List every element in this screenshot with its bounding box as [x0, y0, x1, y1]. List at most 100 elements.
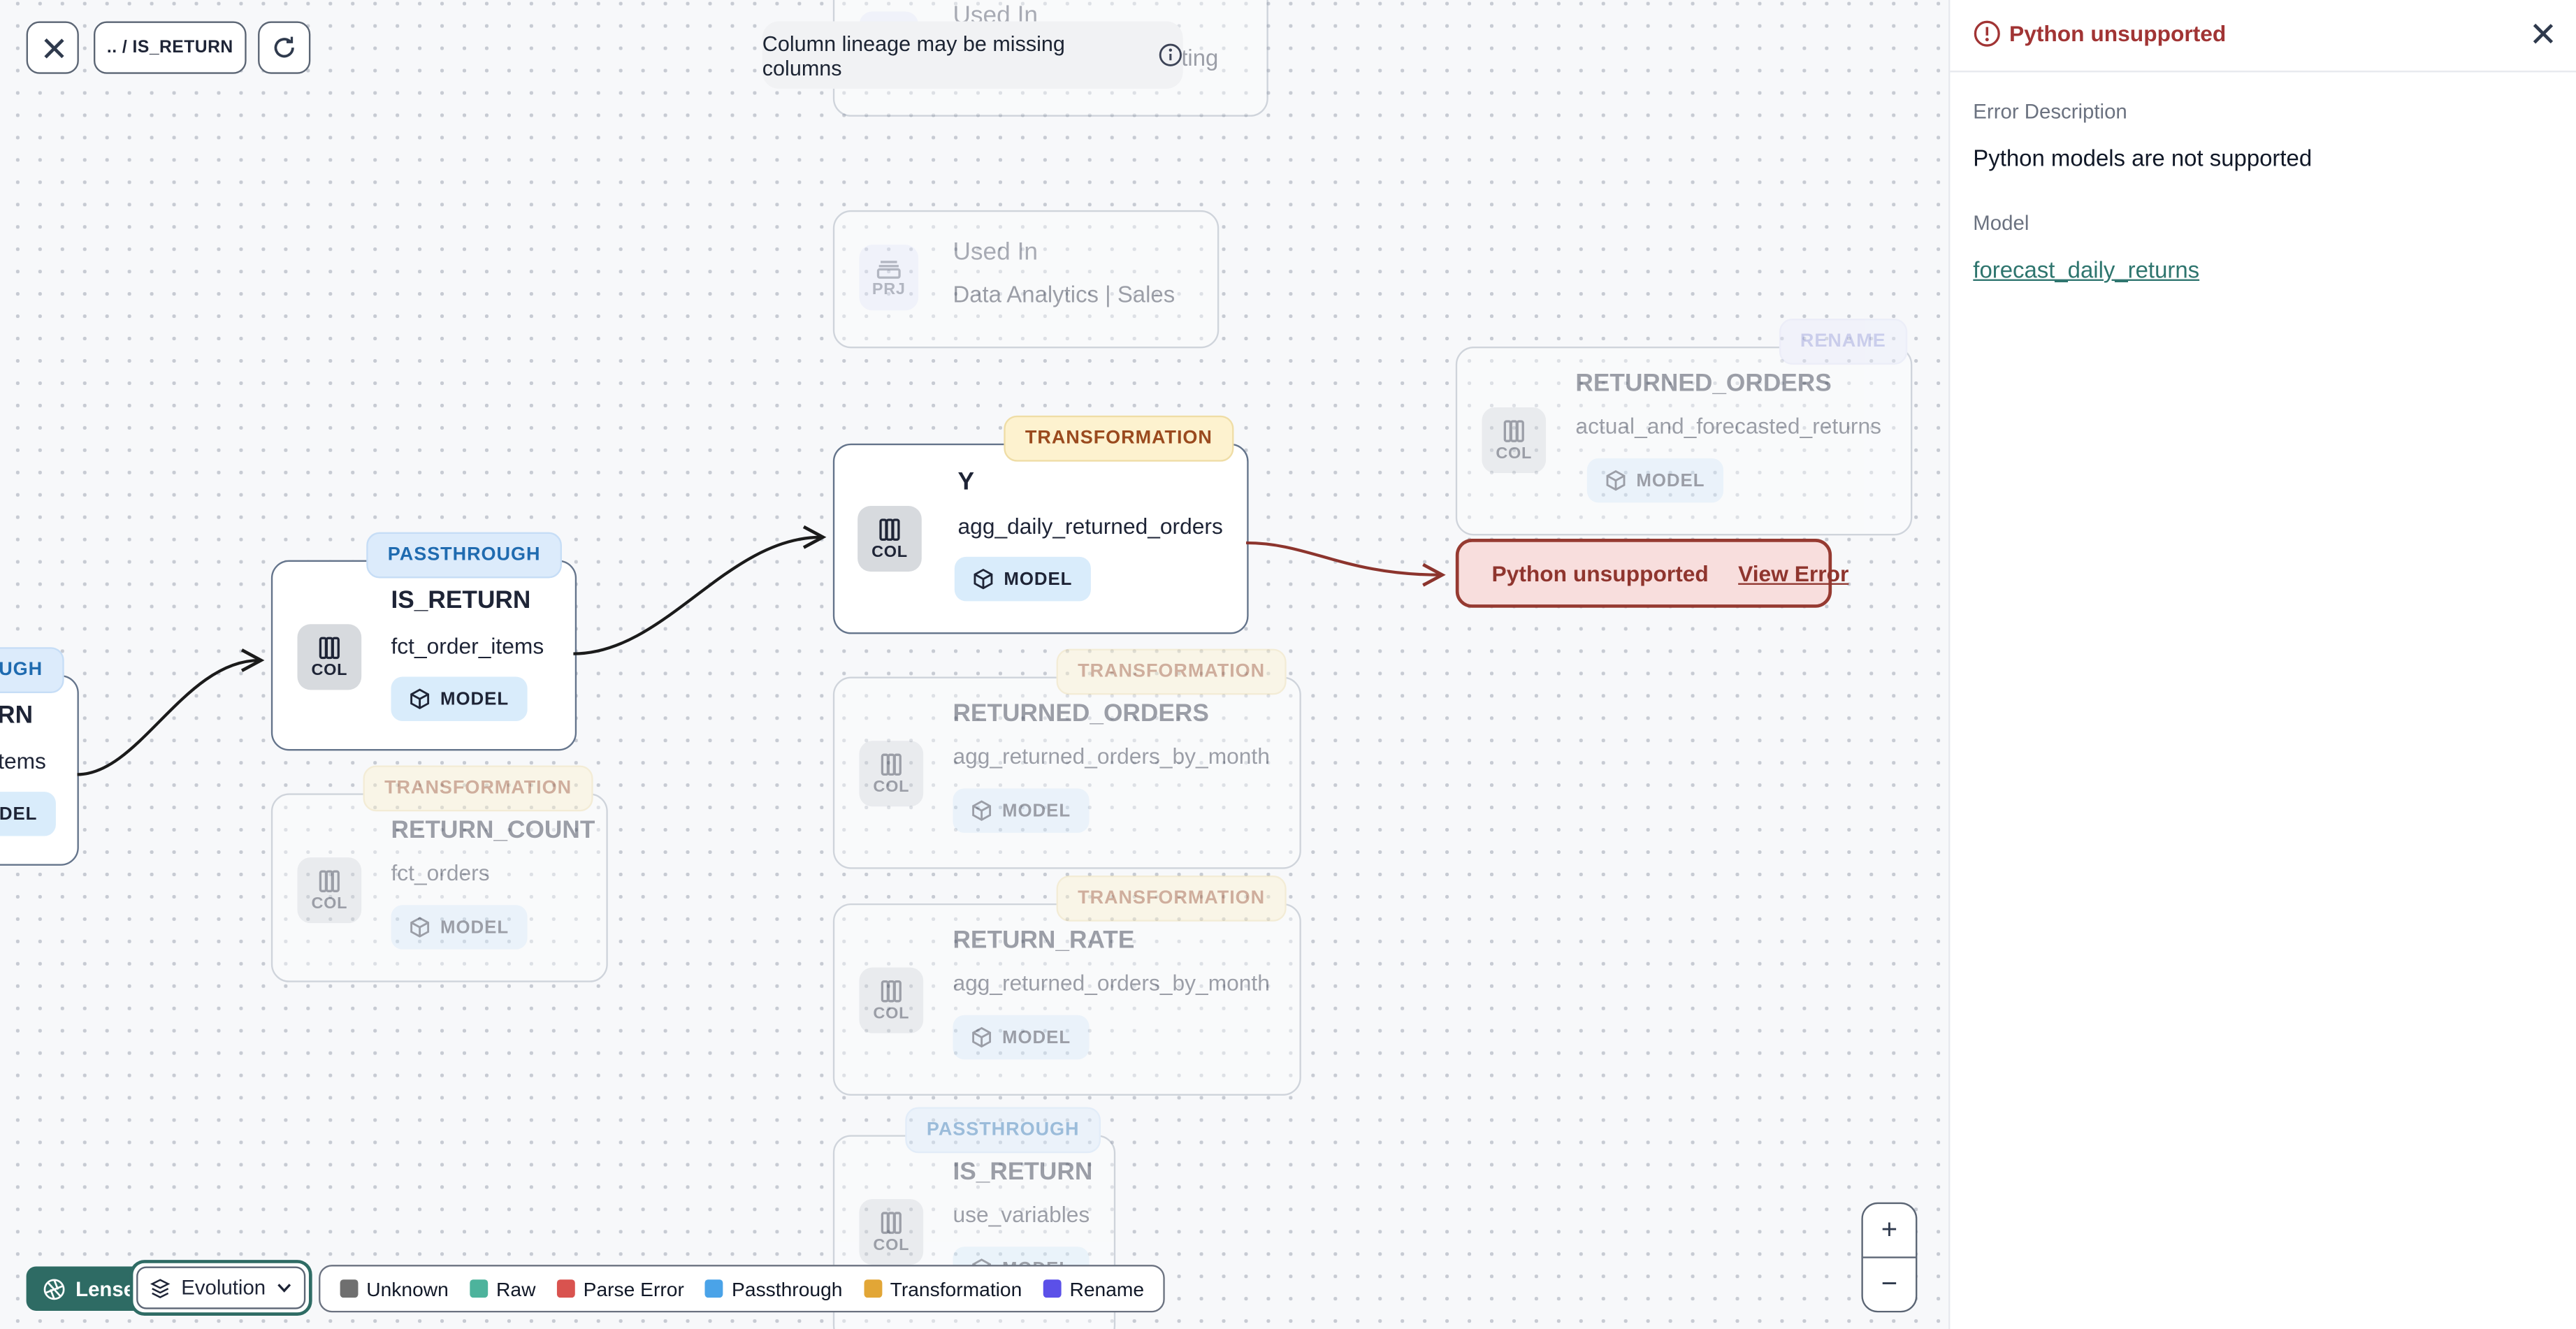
model-chip[interactable]: MODEL [1586, 458, 1723, 503]
node-subtitle: fct_order_items [391, 634, 544, 659]
passthrough-badge: PASSTHROUGH [905, 1107, 1101, 1154]
node-title: IS_RETURN [0, 701, 34, 729]
lens-select-focus-ring: Evolution [129, 1260, 312, 1316]
node-title: RETURNED_ORDERS [1575, 369, 1832, 398]
node-is-return[interactable]: PASSTHROUGH COL IS_RETURN fct_order_item… [270, 532, 577, 751]
legend-item-raw: Raw [470, 1277, 535, 1300]
node-subtitle: agg_returned_orders_by_month [953, 743, 1270, 769]
unknown-swatch [340, 1279, 359, 1298]
transformation-swatch [864, 1279, 882, 1298]
cube-icon [974, 568, 993, 590]
rename-swatch [1043, 1279, 1062, 1298]
refresh-button[interactable] [258, 21, 311, 74]
node-title: IS_RETURN [953, 1158, 1093, 1186]
node-subtitle: Data Analytics | Sales [953, 280, 1175, 307]
model-chip[interactable]: MODEL [953, 1015, 1089, 1060]
error-details-panel: Python unsupported Error Description Pyt… [1948, 0, 2576, 1329]
error-description-label: Error Description [1973, 100, 2127, 124]
model-chip-label: MODEL [1001, 1027, 1071, 1047]
cube-icon [972, 1026, 992, 1048]
node-title: RETURN_RATE [953, 926, 1135, 954]
panel-title: Python unsupported [2009, 21, 2227, 46]
model-chip[interactable]: MODEL [953, 788, 1089, 833]
info-icon[interactable] [1158, 43, 1182, 67]
column-icon-label: COL [311, 894, 348, 913]
panel-header: Python unsupported [1950, 0, 2576, 73]
passthrough-swatch [705, 1279, 724, 1298]
node-subtitle: fct_orders [391, 860, 490, 886]
cube-icon [972, 800, 992, 821]
error-chip[interactable]: Python unsupported View Error [1455, 539, 1848, 608]
passthrough-badge: PASSTHROUGH [366, 532, 562, 579]
banner-text: Column lineage may be missing columns [762, 30, 1065, 80]
lineage-legend: Unknown Raw Parse Error Passthrough Tran… [319, 1265, 1166, 1313]
column-icon: COL [859, 967, 924, 1033]
node-return-rate[interactable]: TRANSFORMATION COL RETURN_RATE agg_retur… [832, 875, 1301, 1096]
node-title: RETURNED_ORDERS [953, 699, 1209, 728]
breadcrumb[interactable]: .. / IS_RETURN [93, 21, 247, 74]
raw-swatch [470, 1279, 489, 1298]
close-lineage-button[interactable] [26, 21, 79, 74]
column-icon-label: COL [871, 542, 908, 561]
column-icon-label: COL [873, 778, 910, 796]
node-title: Y [957, 467, 975, 496]
node-return-count[interactable]: TRANSFORMATION COL RETURN_COUNT fct_orde… [270, 765, 608, 982]
error-chip-label: Python unsupported [1491, 560, 1709, 586]
edge-left-to-isreturn [77, 648, 265, 776]
legend-item-unknown: Unknown [340, 1277, 449, 1300]
cube-icon [410, 688, 430, 709]
transformation-badge: TRANSFORMATION [1056, 648, 1287, 695]
cube-icon [1606, 470, 1626, 491]
column-icon-label: COL [311, 661, 348, 680]
model-chip-label: MODEL [0, 804, 38, 824]
column-icon: COL [859, 1199, 924, 1265]
zoom-in-button[interactable]: + [1862, 1204, 1916, 1258]
node-title: IS_RETURN [391, 586, 531, 615]
model-chip-label: MODEL [1636, 470, 1705, 491]
column-icon: COL [859, 741, 924, 807]
close-icon [42, 37, 64, 59]
lens-selected-value: Evolution [181, 1276, 266, 1300]
legend-item-rename: Rename [1043, 1277, 1144, 1300]
node-is-return-partial[interactable]: PASSTHROUGH IS_RETURN fct_order_items MO… [0, 647, 79, 866]
node-returned-orders-forecasted[interactable]: RENAME COL RETURNED_ORDERS actual_and_fo… [1455, 319, 1913, 536]
model-chip[interactable]: MODEL [391, 676, 527, 722]
legend-item-transformation: Transformation [864, 1277, 1022, 1300]
node-subtitle: agg_daily_returned_orders [957, 514, 1223, 539]
parse-error-swatch [557, 1279, 575, 1298]
model-chip[interactable]: MODEL [0, 792, 56, 836]
project-icon: PRJ [859, 245, 919, 311]
transformation-badge: TRANSFORMATION [1004, 415, 1234, 462]
node-subtitle: agg_returned_orders_by_month [953, 971, 1270, 996]
node-agg-daily-returned-orders[interactable]: TRANSFORMATION COL Y agg_daily_returned_… [832, 415, 1249, 634]
transformation-badge: TRANSFORMATION [363, 765, 593, 812]
column-icon-label: COL [873, 1004, 910, 1023]
model-chip-label: MODEL [440, 917, 509, 938]
node-title: Used In [953, 238, 1039, 266]
node-title: RETURN_COUNT [391, 816, 595, 845]
node-subtitle: use_variables [953, 1202, 1090, 1228]
project-icon-label: PRJ [871, 280, 906, 299]
model-chip[interactable]: MODEL [954, 556, 1091, 602]
error-description-text: Python models are not supported [1973, 144, 2313, 171]
zoom-out-button[interactable]: − [1863, 1258, 1916, 1311]
model-link[interactable]: forecast_daily_returns [1973, 256, 2199, 283]
model-chip-label: MODEL [1004, 569, 1073, 589]
node-subtitle: actual_and_forecasted_returns [1575, 414, 1881, 439]
model-chip-label: MODEL [440, 689, 509, 709]
cube-icon [410, 917, 430, 938]
node-returned-orders-by-month[interactable]: TRANSFORMATION COL RETURNED_ORDERS agg_r… [832, 648, 1301, 869]
alert-circle-icon [1974, 20, 2000, 47]
view-error-link[interactable]: View Error [1738, 561, 1848, 586]
column-icon-label: COL [873, 1235, 910, 1254]
legend-item-parse-error: Parse Error [557, 1277, 684, 1300]
lens-select-dropdown[interactable]: Evolution [136, 1266, 306, 1309]
passthrough-badge: PASSTHROUGH [0, 647, 64, 694]
edge-isreturn-to-center [573, 525, 827, 655]
column-icon: COL [858, 506, 922, 572]
model-chip[interactable]: MODEL [391, 905, 527, 950]
node-used-in-sales[interactable]: PRJ Used In Data Analytics | Sales [832, 210, 1220, 349]
lineage-canvas[interactable]: PRJ Used In Data Analytics | Marketing P… [0, 0, 1949, 1329]
rename-badge: RENAME [1779, 319, 1908, 365]
refresh-icon [274, 36, 294, 58]
